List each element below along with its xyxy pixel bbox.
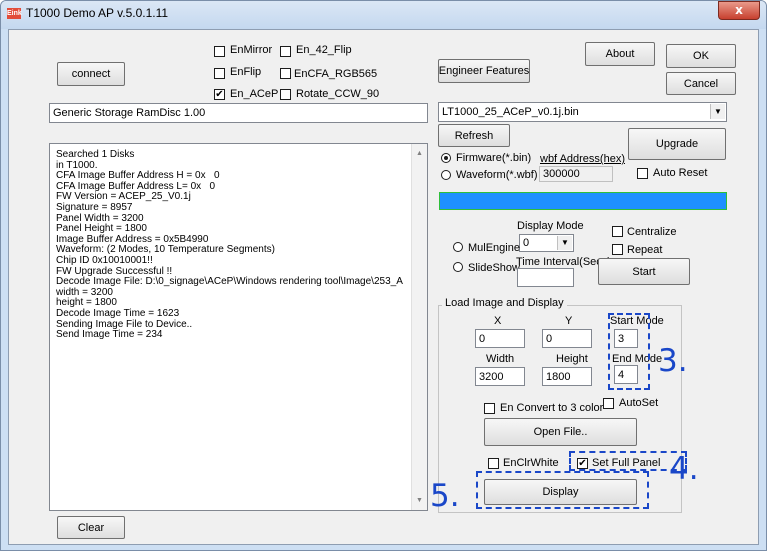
rotate-ccw-90-checkbox[interactable]: [280, 89, 291, 100]
about-button[interactable]: About: [585, 42, 655, 66]
en-acep-checkbox[interactable]: ✔: [214, 89, 225, 100]
wbf-address-field[interactable]: 300000: [539, 166, 613, 182]
step3-highlight-box: [608, 313, 650, 390]
clear-button[interactable]: Clear: [57, 516, 125, 539]
y-field[interactable]: 0: [542, 329, 592, 348]
width-field[interactable]: 3200: [475, 367, 525, 386]
repeat-label: Repeat: [627, 244, 663, 256]
time-interval-field[interactable]: [517, 268, 574, 287]
height-field[interactable]: 1800: [542, 367, 592, 386]
refresh-button[interactable]: Refresh: [438, 124, 510, 147]
progress-bar: [439, 192, 727, 210]
ok-button[interactable]: OK: [666, 44, 736, 68]
log-lines: Searched 1 Disks in T1000. CFA Image Buffe…: [56, 149, 403, 341]
upgrade-button[interactable]: Upgrade: [628, 128, 726, 160]
scroll-up-icon[interactable]: ▲: [416, 150, 423, 157]
auto-reset-label: Auto Reset: [653, 167, 708, 179]
en-mirror-label: EnMirror: [230, 44, 273, 56]
log-line: Signature = 8957: [56, 201, 133, 213]
display-mode-select[interactable]: 0 ▼: [519, 234, 574, 252]
x-label: X: [494, 315, 502, 327]
en-cfa-rgb565-checkbox[interactable]: [280, 68, 291, 79]
convert-3-color-checkbox[interactable]: [484, 403, 495, 414]
time-interval-label: Time Interval(Secs): [516, 256, 611, 268]
firmware-file-value: LT1000_25_ACeP_v0.1j.bin: [442, 106, 579, 118]
progress-fill: [440, 193, 726, 209]
step5-highlight-box: [476, 471, 649, 509]
firmware-radio-label: Firmware(*.bin): [456, 152, 532, 164]
step4-annotation: 4.: [669, 451, 699, 487]
step3-annotation: 3.: [658, 343, 688, 379]
convert-3-color-label: En Convert to 3 color: [500, 402, 604, 414]
repeat-checkbox[interactable]: [612, 244, 623, 255]
en-42-flip-checkbox[interactable]: [280, 46, 291, 57]
display-mode-value: 0: [523, 237, 530, 249]
chevron-down-icon[interactable]: ▼: [557, 236, 572, 250]
firmware-radio[interactable]: [441, 153, 451, 163]
wbf-address-label: wbf Address(hex): [540, 153, 625, 165]
firmware-file-select[interactable]: LT1000_25_ACeP_v0.1j.bin ▼: [438, 102, 727, 122]
step5-annotation: 5.: [430, 478, 460, 514]
width-label: Width: [486, 353, 515, 365]
start-button[interactable]: Start: [598, 258, 690, 285]
log-line: Send Image Time = 234: [56, 329, 163, 341]
chevron-down-icon[interactable]: ▼: [710, 104, 725, 119]
display-mode-label: Display Mode: [517, 220, 584, 232]
slideshow-radio[interactable]: [453, 262, 463, 272]
log-line: Decode Image Time = 1623: [56, 307, 180, 319]
mul-engine-radio[interactable]: [453, 242, 463, 252]
en-mirror-checkbox[interactable]: [214, 46, 225, 57]
centralize-checkbox[interactable]: [612, 226, 623, 237]
connect-button[interactable]: connect: [57, 62, 125, 86]
en-acep-label: En_ACeP: [230, 88, 279, 100]
height-label: Height: [556, 353, 588, 365]
y-label: Y: [565, 315, 573, 327]
rotate-ccw-90-label: Rotate_CCW_90: [296, 88, 380, 100]
log-output[interactable]: Searched 1 Disks in T1000. CFA Image Buffe…: [49, 143, 428, 511]
centralize-label: Centralize: [627, 226, 677, 238]
autoset-checkbox[interactable]: [603, 398, 614, 409]
engineer-features-button[interactable]: Engineer Features: [438, 59, 530, 83]
log-line: Chip ID 0x10010001!!: [56, 254, 153, 266]
cancel-button[interactable]: Cancel: [666, 72, 736, 95]
device-name-field[interactable]: Generic Storage RamDisc 1.00: [49, 103, 428, 123]
auto-reset-checkbox[interactable]: [637, 168, 648, 179]
waveform-radio-label: Waveform(*.wbf): [456, 169, 538, 181]
log-scrollbar[interactable]: ▲ ▼: [411, 144, 427, 510]
en-flip-checkbox[interactable]: [214, 68, 225, 79]
en-42-flip-label: En_42_Flip: [296, 44, 352, 56]
en-cfa-rgb565-label: EnCFA_RGB565: [294, 68, 378, 80]
log-line: Searched 1 Disks: [56, 149, 135, 160]
en-flip-label: EnFlip: [230, 66, 262, 78]
autoset-label: AutoSet: [619, 397, 659, 409]
en-clr-white-checkbox[interactable]: [488, 458, 499, 469]
x-field[interactable]: 0: [475, 329, 525, 348]
mul-engine-label: MulEngine: [468, 242, 520, 254]
waveform-radio[interactable]: [441, 170, 451, 180]
scroll-down-icon[interactable]: ▼: [416, 497, 423, 504]
en-clr-white-label: EnClrWhite: [503, 457, 559, 469]
window-title: T1000 Demo AP v.5.0.1.11: [26, 6, 169, 20]
load-image-group-title: Load Image and Display: [442, 297, 567, 309]
open-file-button[interactable]: Open File..: [484, 418, 637, 446]
close-window-button[interactable]: x: [718, 1, 760, 20]
slideshow-label: SlideShow: [468, 262, 520, 274]
app-logo-icon: Eink: [7, 8, 22, 19]
